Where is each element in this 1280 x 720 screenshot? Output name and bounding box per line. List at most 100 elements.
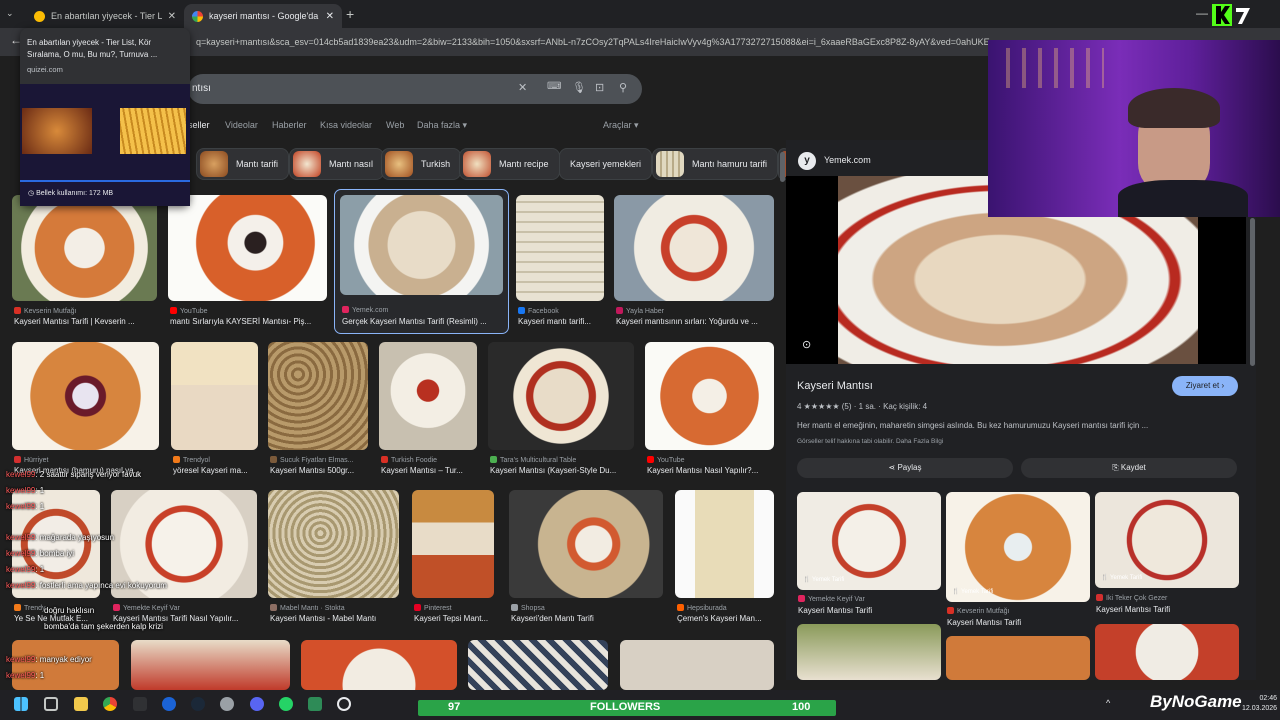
- bynogame-logo: ByNoGame: [1150, 692, 1242, 712]
- microphone-icon[interactable]: 🎙: [572, 81, 586, 94]
- task-view-icon[interactable]: [44, 697, 58, 711]
- panel-description: Her mantı el emeğinin, maharetin simgesi…: [797, 421, 1149, 430]
- chip-turkish[interactable]: Turkish: [381, 148, 462, 180]
- tab-more[interactable]: Daha fazla ▾: [417, 120, 467, 131]
- chip-manti-nasil[interactable]: Mantı nasıl: [289, 148, 385, 180]
- result-card[interactable]: Tara's Multicultural Table Kayseri Mantı…: [488, 342, 634, 477]
- result-card-selected[interactable]: Yemek.com Gerçek Kayseri Mantısı Tarifi …: [334, 189, 509, 334]
- tools-button[interactable]: Araçlar ▾: [603, 120, 639, 131]
- file-explorer-icon[interactable]: [74, 697, 88, 711]
- app-icon[interactable]: [308, 697, 322, 711]
- lens-icon[interactable]: ⊡: [595, 81, 604, 94]
- steam-icon[interactable]: [191, 697, 205, 711]
- result-source: Hürriyet: [14, 456, 154, 464]
- minimize-window-icon[interactable]: —: [1196, 6, 1208, 20]
- related-card[interactable]: 🍴 Yemek Tarifi İki Teker Çok Gezer Kayse…: [1095, 492, 1239, 622]
- whatsapp-icon[interactable]: [279, 697, 293, 711]
- related-image[interactable]: [946, 636, 1090, 680]
- result-card[interactable]: Yemekte Keyif Var Kayseri Mantısı Tarifi…: [111, 490, 257, 625]
- result-card[interactable]: Pinterest Kayseri Tepsi Mant...: [412, 490, 494, 625]
- lens-search-icon[interactable]: ⊙: [802, 338, 811, 351]
- result-card[interactable]: YouTube mantı Sırlarıyla KAYSERİ Mantısı…: [168, 195, 327, 330]
- result-source: YouTube: [647, 456, 773, 464]
- related-card[interactable]: 🍴 Yemek Tarifi Kevserin Mutfağı Kayseri …: [946, 492, 1090, 632]
- result-card[interactable]: [12, 640, 119, 690]
- tab-tier-list[interactable]: En abartılan yiyecek - Tier List, ✕: [26, 4, 184, 28]
- result-image: [268, 342, 368, 450]
- close-tab-icon[interactable]: ✕: [168, 11, 176, 22]
- result-card[interactable]: YouTube Kayseri Mantısı Nasıl Yapılır?..…: [645, 342, 774, 477]
- result-title: mantı Sırlarıyla KAYSERİ Mantısı- Piş...: [170, 317, 312, 326]
- result-card[interactable]: Sucuk Fiyatları Elmas... Kayseri Mantısı…: [268, 342, 368, 477]
- chat-message: kewel99: 1: [6, 565, 45, 574]
- result-card[interactable]: Hepsiburada Çemen's Kayseri Man...: [675, 490, 774, 625]
- chrome-icon[interactable]: [103, 697, 117, 711]
- tab-videos[interactable]: Videolar: [225, 120, 258, 130]
- url-field[interactable]: q=kayseri+mantısı&sca_esv=014cb5ad1839ea…: [196, 37, 992, 47]
- tab-web[interactable]: Web: [386, 120, 404, 130]
- tray-chevron-icon[interactable]: ^: [1106, 698, 1110, 708]
- keyboard-icon[interactable]: ⌨: [547, 81, 561, 92]
- copyright-notice[interactable]: Görseller telif hakkına tabi olabilir. D…: [797, 438, 943, 445]
- panel-scrollbar[interactable]: [1250, 218, 1255, 366]
- tab-short-videos[interactable]: Kısa videolar: [320, 120, 372, 130]
- settings-icon[interactable]: [220, 697, 234, 711]
- result-card[interactable]: Turkish Foodie Kayseri Mantısı – Tur...: [379, 342, 477, 477]
- chip-kayseri-yemekleri[interactable]: Kayseri yemekleri: [559, 148, 653, 180]
- save-button[interactable]: ⎘ Kaydet: [1021, 458, 1237, 478]
- panel-source[interactable]: Yemek.com: [824, 155, 871, 165]
- visit-button[interactable]: Ziyaret et ›: [1172, 376, 1238, 396]
- tab-google-search[interactable]: kayseri mantısı - Google'da Ara ✕: [184, 4, 342, 28]
- vpn-icon[interactable]: [162, 697, 176, 711]
- result-title: Kayseri Mantısı Nasıl Yapılır?...: [647, 466, 759, 475]
- streamer-shirt: [1118, 180, 1248, 217]
- result-source: Tara's Multicultural Table: [490, 456, 634, 464]
- result-card[interactable]: [301, 640, 457, 690]
- result-title: Gerçek Kayseri Mantısı Tarifi (Resimli) …: [342, 317, 487, 326]
- chip-thumbnail: [200, 151, 228, 177]
- tab-search-icon[interactable]: ⌄: [6, 8, 14, 19]
- result-image: [171, 342, 258, 450]
- tab-news[interactable]: Haberler: [272, 120, 307, 130]
- result-card[interactable]: [468, 640, 608, 690]
- search-icon[interactable]: ⚲: [619, 81, 627, 94]
- related-image: [946, 492, 1090, 602]
- related-image[interactable]: [1095, 624, 1239, 680]
- result-source: YouTube: [170, 307, 320, 315]
- related-image[interactable]: [797, 624, 941, 680]
- related-title: Kayseri Mantısı Tarifi: [947, 618, 1022, 627]
- kick-logo-icon: [1212, 4, 1250, 26]
- chip-thumbnail: [463, 151, 491, 177]
- related-card[interactable]: 🍴 Yemek Tarifi Yemekte Keyif Var Kayseri…: [797, 492, 941, 622]
- obs-icon[interactable]: [337, 697, 351, 711]
- new-tab-icon[interactable]: +: [346, 6, 354, 22]
- tab-images[interactable]: seller: [188, 120, 210, 130]
- result-title: Çemen's Kayseri Man...: [677, 614, 762, 623]
- taskbar-clock[interactable]: 02:46 12.03.2026: [1242, 694, 1277, 714]
- discord-icon[interactable]: [250, 697, 264, 711]
- result-card[interactable]: Shopsa Kayseri'den Mantı Tarifi: [509, 490, 663, 625]
- chip-manti-hamuru-tarifi[interactable]: Mantı hamuru tarifi: [652, 148, 779, 180]
- search-input[interactable]: ntısı ✕ ⌨ 🎙 ⊡ ⚲: [188, 74, 642, 104]
- windows-start-icon[interactable]: [14, 697, 28, 711]
- result-source: Sucuk Fiyatları Elmas...: [270, 456, 368, 464]
- result-source: Mabel Mantı · Stokta: [270, 604, 399, 612]
- result-card[interactable]: Mabel Mantı · Stokta Kayseri Mantısı - M…: [268, 490, 399, 625]
- result-card[interactable]: Kevserin Mutfağı Kayseri Mantısı Tarifi …: [12, 195, 157, 330]
- result-card[interactable]: Yayla Haber Kayseri mantısının sırları: …: [614, 195, 774, 330]
- clear-search-icon[interactable]: ✕: [518, 81, 527, 94]
- chip-manti-recipe[interactable]: Mantı recipe: [459, 148, 560, 180]
- chip-manti-tarifi[interactable]: Mantı tarifi: [196, 148, 290, 180]
- panel-title[interactable]: Kayseri Mantısı: [797, 380, 873, 392]
- result-card[interactable]: [131, 640, 290, 690]
- result-card[interactable]: Facebook Kayseri mantı tarifi...: [516, 195, 604, 330]
- result-card[interactable]: Trendyol yöresel Kayseri ma...: [171, 342, 258, 477]
- result-card[interactable]: [620, 640, 774, 690]
- result-source: Pinterest: [414, 604, 494, 612]
- result-card[interactable]: Hürriyet Kayseri mantısı (hamuru) nasıl …: [12, 342, 159, 477]
- results-scrollbar[interactable]: [780, 152, 785, 182]
- result-title: Kayseri Mantısı Tarifi | Kevserin ...: [14, 317, 135, 326]
- share-button[interactable]: ⋖ Paylaş: [797, 458, 1013, 478]
- close-tab-icon[interactable]: ✕: [326, 11, 334, 22]
- obs-audio-icon[interactable]: [133, 697, 147, 711]
